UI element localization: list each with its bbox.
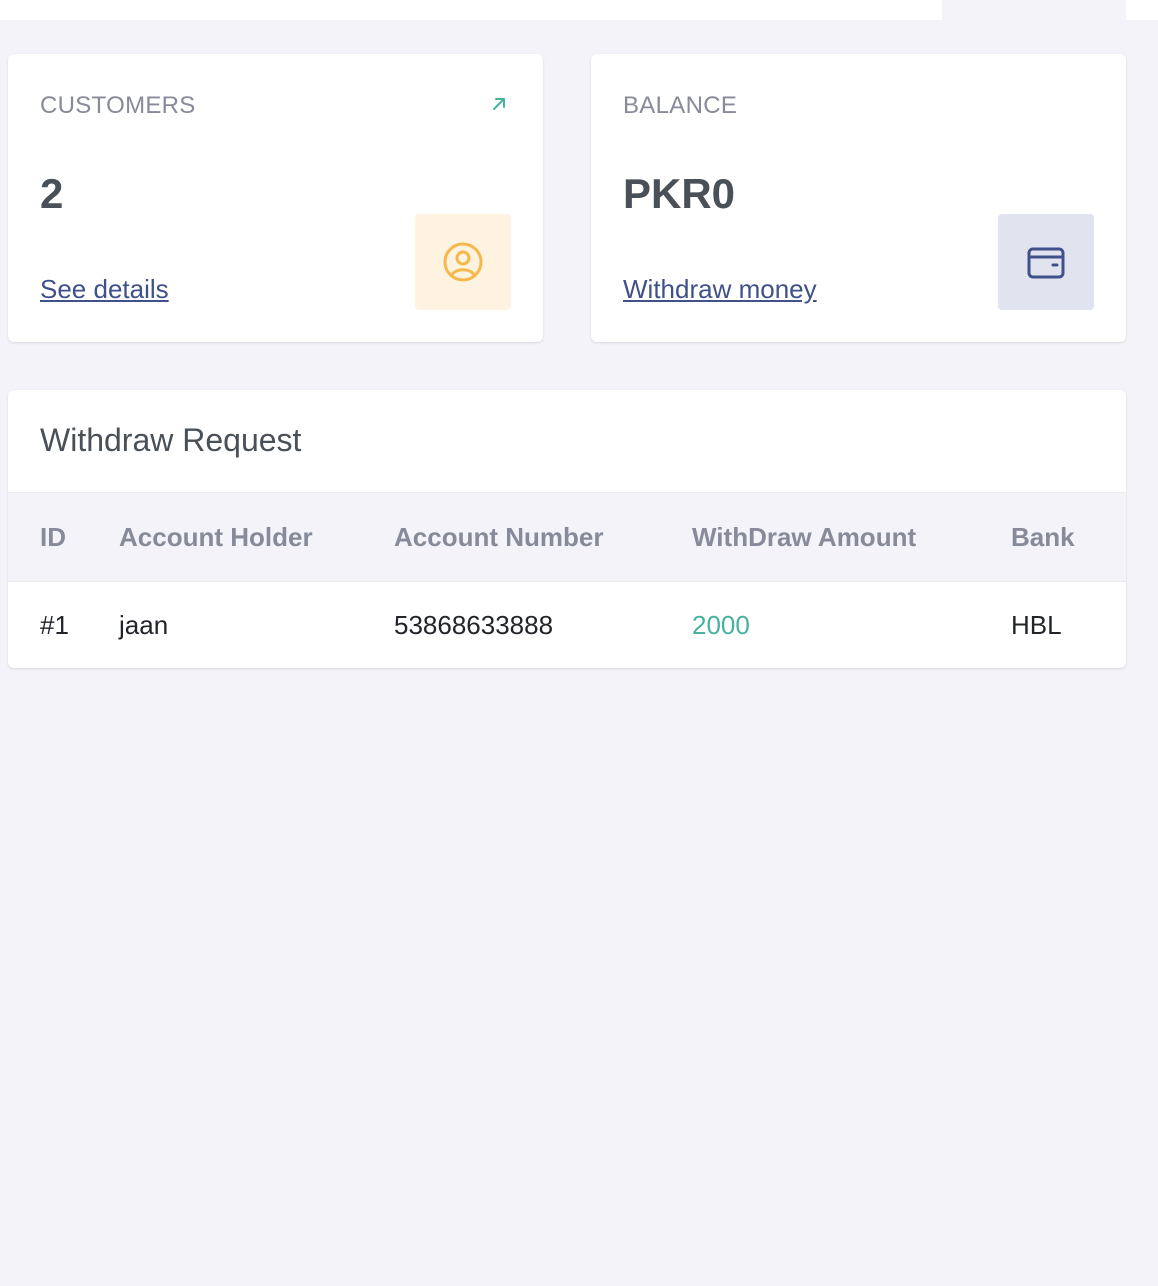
table-header-row: ID Account Holder Account Number WithDra… — [8, 493, 1126, 582]
column-header-bank[interactable]: Bank — [1011, 493, 1126, 582]
topbar-strip — [0, 0, 942, 20]
balance-label: BALANCE — [623, 92, 738, 119]
customers-count: 2 — [40, 170, 64, 217]
see-details-link[interactable]: See details — [40, 274, 169, 305]
cell-withdraw-amount: 2000 — [692, 609, 750, 640]
customers-label: CUSTOMERS — [40, 92, 196, 119]
balance-icon-box — [998, 214, 1094, 310]
topbar-strip-right — [1126, 0, 1158, 20]
wallet-icon — [1027, 247, 1065, 279]
withdraw-request-card: Withdraw Request ID Account Holder Accou… — [8, 390, 1126, 668]
cell-id: #1 — [40, 609, 69, 640]
cell-account-holder: jaan — [119, 609, 169, 640]
customers-stat-card: CUSTOMERS 2 See details — [8, 54, 543, 342]
balance-stat-card: BALANCE PKR0 Withdraw money — [591, 54, 1126, 342]
cell-account-number: 53868633888 — [394, 609, 554, 640]
withdraw-request-table: ID Account Holder Account Number WithDra… — [8, 493, 1126, 668]
column-header-account-holder[interactable]: Account Holder — [119, 493, 394, 582]
user-circle-icon — [443, 242, 483, 282]
balance-value: PKR0 — [623, 170, 736, 217]
withdraw-request-header: Withdraw Request — [8, 390, 1126, 493]
column-header-account-number[interactable]: Account Number — [394, 493, 692, 582]
customers-icon-box — [415, 214, 511, 310]
withdraw-money-link[interactable]: Withdraw money — [623, 274, 817, 305]
withdraw-request-title: Withdraw Request — [40, 422, 302, 458]
arrow-up-right-icon — [487, 92, 511, 116]
column-header-id[interactable]: ID — [8, 493, 119, 582]
table-row[interactable]: #1 jaan 53868633888 2000 HBL — [8, 582, 1126, 669]
cell-bank: HBL — [1011, 609, 1062, 640]
column-header-withdraw-amount[interactable]: WithDraw Amount — [692, 493, 1011, 582]
